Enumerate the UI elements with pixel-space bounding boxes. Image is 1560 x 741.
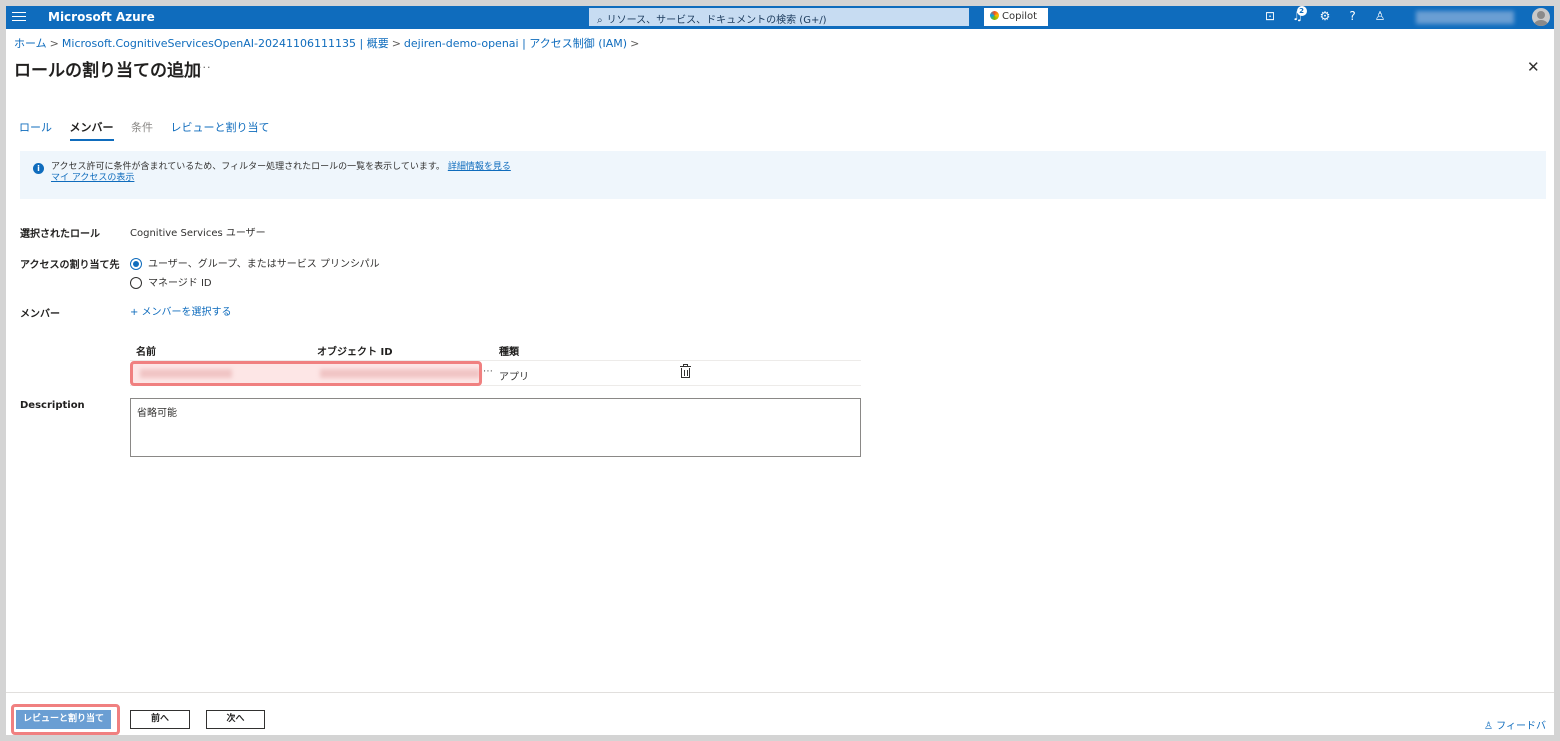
radio-selected-icon xyxy=(130,258,142,270)
description-placeholder: 省略可能 xyxy=(137,408,177,419)
breadcrumb-separator: > xyxy=(391,37,401,50)
radio-user-group-sp[interactable]: ユーザー、グループ、またはサービス プリンシパル xyxy=(130,255,380,270)
delete-icon[interactable] xyxy=(680,364,691,378)
avatar[interactable] xyxy=(1532,8,1550,26)
tab-review-assign[interactable]: レビューと割り当て xyxy=(171,119,270,139)
copilot-icon xyxy=(990,11,999,20)
select-members-link[interactable]: + メンバーを選択する xyxy=(130,303,232,318)
top-bar-icons: ⊡ ♫ 2 ⚙ ? ♙ xyxy=(1258,6,1392,23)
breadcrumb: ホーム > Microsoft.CognitiveServicesOpenAI-20… xyxy=(14,35,642,51)
copilot-button[interactable]: Copilot xyxy=(984,8,1048,26)
account-name-redacted[interactable] xyxy=(1416,11,1514,24)
info-text: アクセス許可に条件が含まれているため、フィルター処理されたロールの一覧を表示して… xyxy=(51,162,445,172)
tab-members[interactable]: メンバー xyxy=(69,119,114,141)
search-icon: ⌕ xyxy=(597,15,603,26)
selected-role-value: Cognitive Services ユーザー xyxy=(130,228,266,239)
column-header-name: 名前 xyxy=(136,347,156,358)
previous-button[interactable]: 前へ xyxy=(130,710,190,729)
notifications-icon[interactable]: ♫ 2 xyxy=(1286,6,1310,23)
highlight-box xyxy=(130,361,482,386)
cloud-shell-icon[interactable]: ⊡ xyxy=(1258,9,1282,23)
page-title: ロールの割り当ての追加 xyxy=(14,61,201,81)
tab-bar: ロール メンバー 条件 レビューと割り当て xyxy=(19,119,284,141)
members-table: 名前 オブジェクト ID 種類 ⋯ アプリ xyxy=(130,340,861,386)
assign-access-to-label: アクセスの割り当て先 xyxy=(20,260,120,271)
info-icon: i xyxy=(33,163,44,174)
info-banner: i アクセス許可に条件が含まれているため、フィルター処理されたロールの一覧を表示… xyxy=(20,151,1546,199)
table-row: ⋯ アプリ xyxy=(130,361,861,386)
breadcrumb-item-resource[interactable]: Microsoft.CognitiveServicesOpenAI-202411… xyxy=(62,37,389,50)
settings-icon[interactable]: ⚙ xyxy=(1313,9,1337,23)
brand-name[interactable]: Microsoft Azure xyxy=(48,10,155,24)
description-textarea[interactable]: 省略可能 xyxy=(130,398,861,457)
review-assign-button[interactable]: レビューと割り当て xyxy=(16,710,111,729)
feedback-label: フィードバック xyxy=(1496,721,1546,732)
notification-badge: 2 xyxy=(1296,6,1307,16)
members-label: メンバー xyxy=(20,309,60,320)
table-header: 名前 オブジェクト ID 種類 xyxy=(130,340,861,361)
radio-managed-identity[interactable]: マネージド ID xyxy=(130,274,212,289)
breadcrumb-item-iam[interactable]: dejiren-demo-openai | アクセス制御 (IAM) xyxy=(404,37,627,50)
feedback-icon[interactable]: ♙ xyxy=(1368,9,1392,23)
my-access-link[interactable]: マイ アクセスの表示 xyxy=(51,173,134,183)
learn-more-link[interactable]: 詳細情報を見る xyxy=(448,162,511,172)
radio-label: ユーザー、グループ、またはサービス プリンシパル xyxy=(148,259,380,270)
help-icon[interactable]: ? xyxy=(1341,9,1365,23)
close-icon[interactable]: ✕ xyxy=(1527,58,1540,76)
radio-unselected-icon xyxy=(130,277,142,289)
radio-label: マネージド ID xyxy=(148,278,212,289)
more-icon[interactable]: ⋯ xyxy=(483,366,493,377)
tab-conditions[interactable]: 条件 xyxy=(131,119,153,139)
global-search-input[interactable]: ⌕ リソース、サービス、ドキュメントの検索 (G+/) xyxy=(589,8,969,26)
portal-frame: Microsoft Azure ⌕ リソース、サービス、ドキュメントの検索 (G+… xyxy=(6,6,1554,735)
info-text-block: アクセス許可に条件が含まれているため、フィルター処理されたロールの一覧を表示して… xyxy=(51,162,1546,184)
feedback-link[interactable]: ♙ フィードバック xyxy=(1484,717,1554,735)
breadcrumb-separator: > xyxy=(49,37,59,50)
menu-icon[interactable] xyxy=(12,9,26,25)
next-button[interactable]: 次へ xyxy=(206,710,265,729)
breadcrumb-separator: > xyxy=(630,37,640,50)
column-header-type: 種類 xyxy=(499,347,519,358)
description-label: Description xyxy=(20,400,85,411)
search-placeholder: リソース、サービス、ドキュメントの検索 (G+/) xyxy=(606,15,827,26)
breadcrumb-item-home[interactable]: ホーム xyxy=(14,37,47,50)
selected-role-label: 選択されたロール xyxy=(20,229,100,240)
copilot-label: Copilot xyxy=(1002,11,1038,22)
column-header-object-id: オブジェクト ID xyxy=(317,347,393,358)
feedback-icon: ♙ xyxy=(1484,721,1493,732)
member-type: アプリ xyxy=(499,372,529,383)
footer-bar: レビューと割り当て 前へ 次へ ♙ フィードバック xyxy=(6,692,1554,735)
top-bar: Microsoft Azure ⌕ リソース、サービス、ドキュメントの検索 (G+… xyxy=(6,6,1554,29)
tab-role[interactable]: ロール xyxy=(19,119,52,139)
more-options-icon[interactable]: ··· xyxy=(198,61,212,74)
